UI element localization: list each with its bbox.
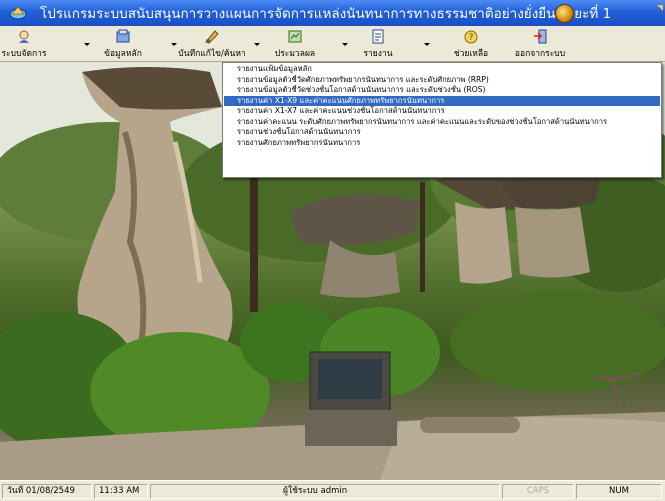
- edit-search-button[interactable]: บันทึกแก้ไข/ค้นหา: [176, 27, 248, 61]
- menu-item-report-scores-levels[interactable]: รายงานค่าคะแนน ระดับศักยภาพทรัพยากรนันทน…: [224, 117, 660, 128]
- toolbar-label: บันทึกแก้ไข/ค้นหา: [178, 49, 246, 59]
- chevron-down-icon[interactable]: [424, 43, 430, 46]
- menu-item-report-opportunity-spectrum[interactable]: รายงานช่วงชั้นโอกาสด้านนันทนาการ: [224, 127, 660, 138]
- toolbar-label: ระบบจัดการ: [1, 49, 47, 59]
- report-icon: [372, 29, 384, 44]
- help-icon: ?: [464, 30, 478, 44]
- toolbar-label: ประมวลผล: [274, 49, 316, 59]
- menu-item-report-rrp[interactable]: รายงานข้อมูลตัวชี้วัดศักยภาพทรัพยากรนันท…: [224, 75, 660, 86]
- app-icon: [8, 4, 28, 22]
- report-dropdown-menu: รายงานแฟ้มข้อมูลหลัก รายงานข้อมูลตัวชี้ว…: [222, 62, 662, 178]
- window-title: โปรแกรมระบบสนับสนุนการวางแผนการจัดการแหล…: [40, 6, 612, 22]
- menu-item-report-resource-potential[interactable]: รายงานศักยภาพทรัพยากรนันทนาการ: [224, 138, 660, 149]
- status-bar: วันที่ 01/08/2549 11:33 AM ผู้ใช้ระบบ ad…: [0, 480, 665, 501]
- process-icon: [288, 30, 302, 43]
- toolbar-label: รายงาน: [363, 49, 393, 59]
- status-user: ผู้ใช้ระบบ admin: [150, 484, 500, 499]
- status-num: NUM: [576, 484, 662, 499]
- main-toolbar: ระบบจัดการ ข้อมูลหลัก บันทึกแก้ไข/ค้นหา …: [0, 26, 665, 62]
- emblem-logo: [555, 4, 574, 23]
- menu-item-report-main-data[interactable]: รายงานแฟ้มข้อมูลหลัก: [224, 64, 660, 75]
- edit-search-icon: [205, 30, 219, 44]
- logout-button[interactable]: ออกจากระบบ: [512, 27, 568, 61]
- titlebar-corner-icon: [651, 0, 665, 26]
- status-caps: CAPS: [502, 484, 574, 499]
- title-bar[interactable]: โปรแกรมระบบสนับสนุนการวางแผนการจัดการแหล…: [0, 0, 665, 26]
- main-data-button[interactable]: ข้อมูลหลัก: [98, 27, 148, 61]
- main-data-icon: [116, 29, 130, 43]
- toolbar-label: ช่วยเหลือ: [453, 49, 489, 59]
- svg-text:?: ?: [469, 33, 474, 43]
- toolbar-label: ออกจากระบบ: [514, 49, 566, 59]
- menu-item-report-ros[interactable]: รายงานข้อมูลตัวชี้วัดช่วงชั้นโอกาสด้านนั…: [224, 85, 660, 96]
- system-management-icon: [19, 30, 29, 43]
- menu-item-report-x1-x9[interactable]: รายงานค่า X1-X9 และค่าคะแนนศักยภาพทรัพยา…: [224, 95, 660, 106]
- chevron-down-icon[interactable]: [342, 43, 348, 46]
- report-button[interactable]: รายงาน: [356, 27, 400, 61]
- menu-item-report-x1-x7[interactable]: รายงานค่า X1-X7 และค่าคะแนนช่วงชั้นโอกาส…: [224, 106, 660, 117]
- chevron-down-icon[interactable]: [254, 43, 260, 46]
- exit-icon: [534, 29, 547, 44]
- chevron-down-icon[interactable]: [84, 43, 90, 46]
- help-button[interactable]: ? ช่วยเหลือ: [446, 27, 496, 61]
- toolbar-label: ข้อมูลหลัก: [104, 49, 142, 59]
- status-date: วันที่ 01/08/2549: [2, 484, 92, 499]
- status-time: 11:33 AM: [94, 484, 148, 499]
- system-management-button[interactable]: ระบบจัดการ: [1, 27, 47, 61]
- process-button[interactable]: ประมวลผล: [270, 27, 320, 61]
